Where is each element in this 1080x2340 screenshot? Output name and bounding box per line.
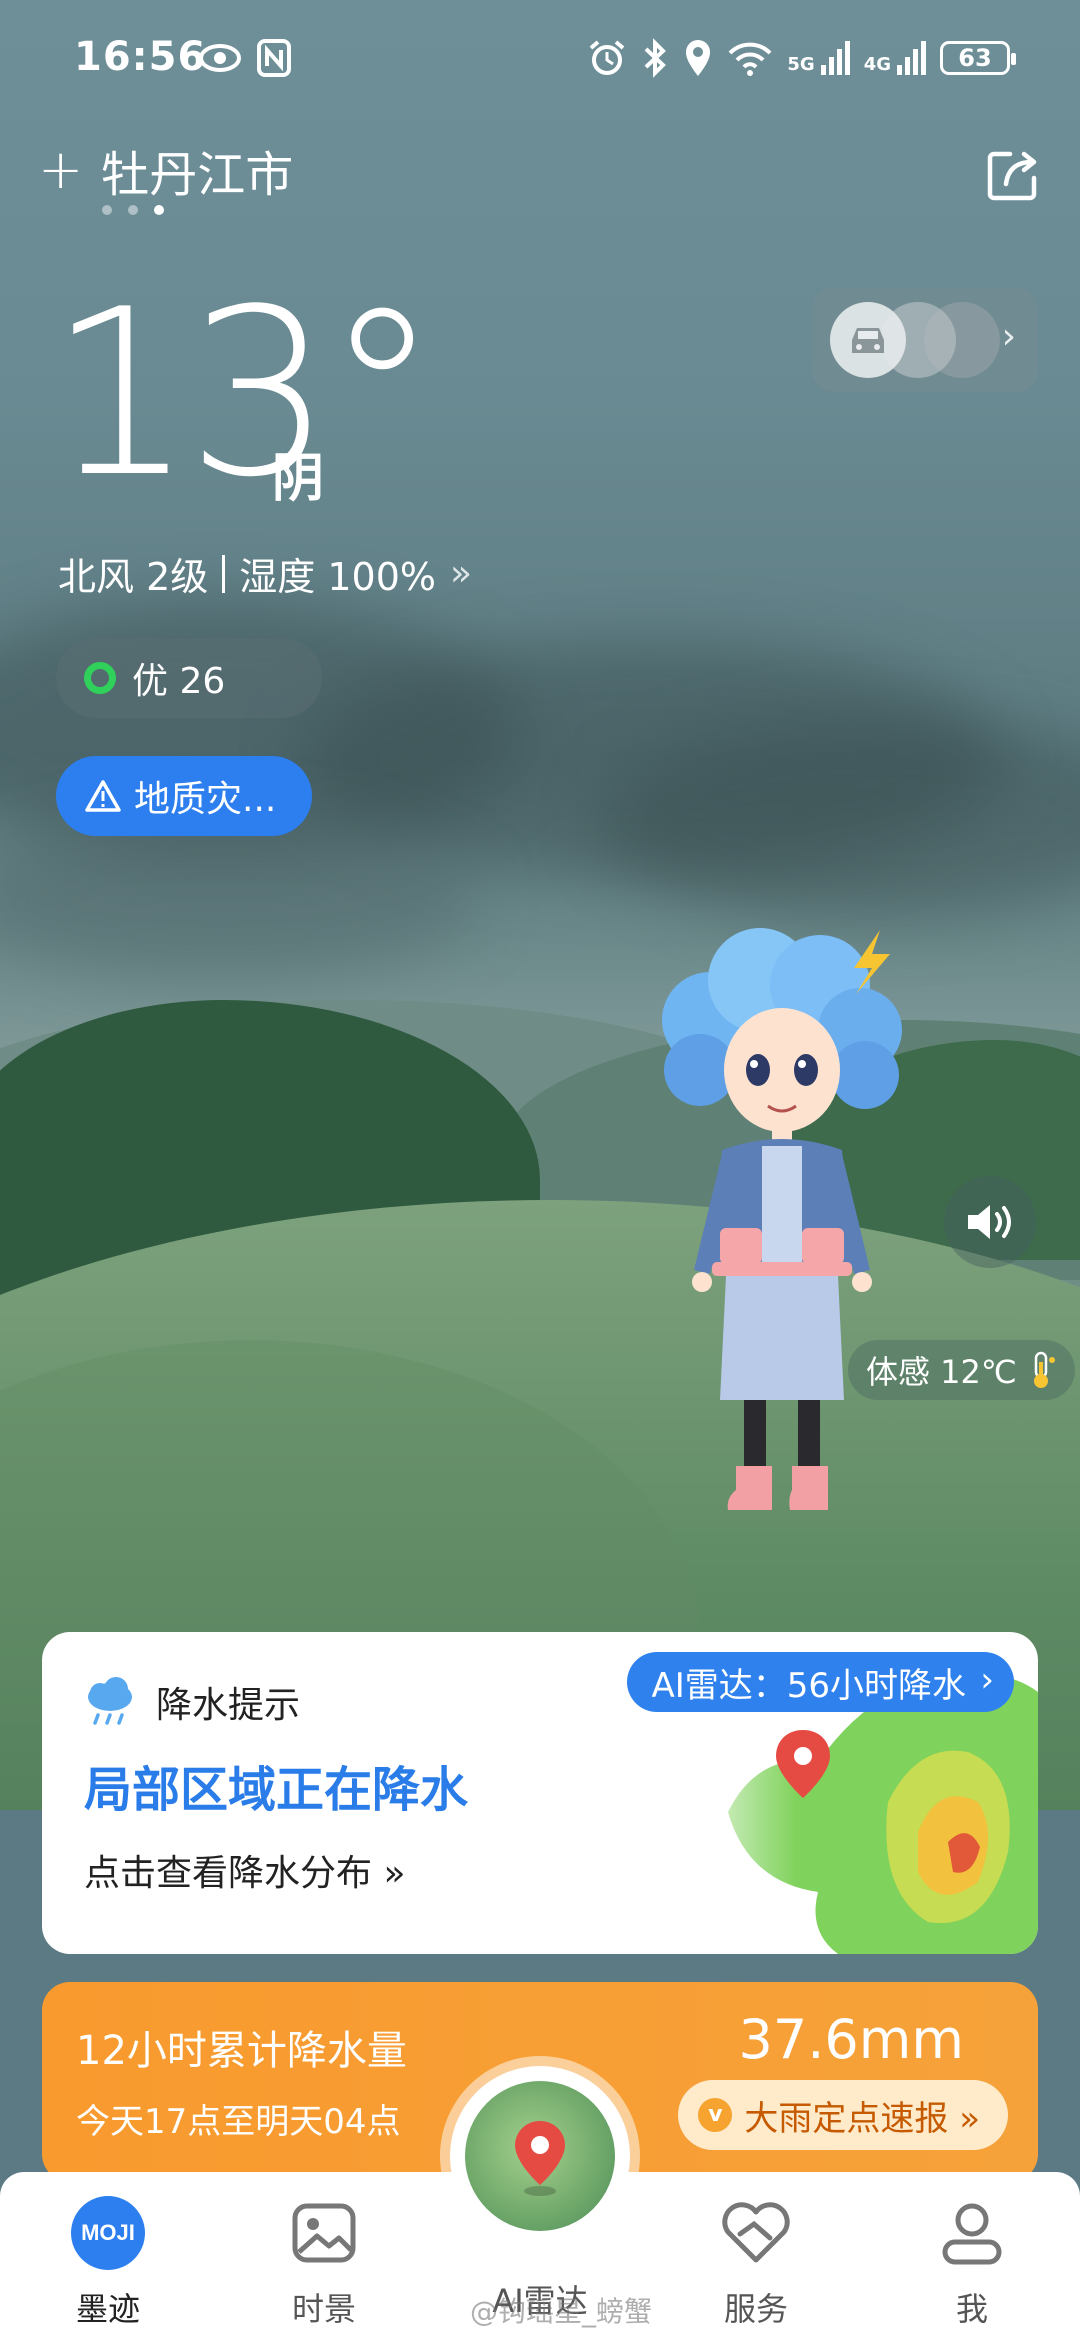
speaker-icon [968, 1205, 1011, 1239]
thermometer-icon [1033, 1351, 1055, 1388]
moji-logo-icon: MOJI [71, 2196, 145, 2270]
battery-indicator: 63 [940, 41, 1016, 75]
feels-like-text: 体感 12℃ [866, 1353, 1017, 1391]
person-icon [942, 2203, 1002, 2265]
divider [222, 554, 226, 593]
aqi-label: 优 26 [132, 661, 226, 702]
signal-5g-icon: 5G [787, 41, 850, 75]
precipitation-card[interactable]: 降水提示 AI雷达：56小时降水 › 局部区域正在降水 点击查看降水分布 » [42, 1632, 1038, 1954]
location-icon [686, 40, 711, 76]
heavy-rain-alert-button[interactable]: v 大雨定点速报 » [678, 2080, 1008, 2150]
accum-amount: 37.6mm [738, 2008, 964, 2071]
alert-pill[interactable]: 地质灾... [56, 756, 312, 836]
humidity-text: 湿度 100% [239, 555, 436, 599]
aqi-pill[interactable]: 优 26 [56, 638, 322, 718]
city-header: + 牡丹江市 [38, 135, 293, 205]
speaker-button[interactable] [944, 1176, 1036, 1268]
heart-handshake-icon [722, 2202, 790, 2263]
heavy-rain-alert-label: 大雨定点速报 » [744, 2098, 980, 2139]
network-label-4g: 4G [863, 54, 891, 75]
gallery-icon [292, 2203, 356, 2263]
chevron-double-right-icon: » [449, 553, 473, 594]
ai-radar-label: AI雷达：56小时降水 [651, 1665, 966, 1706]
page-indicator [102, 205, 164, 215]
precip-headline: 局部区域正在降水 [84, 1762, 469, 1818]
alarm-icon [590, 40, 625, 75]
nav-item-services[interactable]: 服务 [686, 2196, 826, 2330]
rain-cloud-icon [88, 1677, 132, 1725]
car-icon [830, 302, 906, 378]
weather-condition: 阴 [272, 449, 325, 509]
city-name[interactable]: 牡丹江市 [101, 135, 293, 205]
watermark: @钩瑶星_螃蟹 [470, 2295, 653, 2328]
wind-text: 北风 2级 [58, 555, 209, 599]
nav-label: 服务 [723, 2290, 788, 2328]
chevron-right-icon: › [980, 1660, 994, 1700]
current-temperature: 13° [48, 261, 440, 528]
accum-period: 今天17点至明天04点 [76, 2102, 401, 2142]
nav-item-moji[interactable]: MOJI 墨迹 [38, 2196, 178, 2330]
share-icon[interactable] [984, 146, 1042, 204]
warning-triangle-icon [85, 780, 121, 812]
aqi-ring-icon [84, 662, 116, 694]
nav-label: 我 [955, 2290, 988, 2328]
chevron-right-icon: › [1001, 316, 1016, 357]
nav-item-me[interactable]: 我 [902, 2196, 1042, 2330]
bluetooth-icon [645, 38, 667, 78]
precip-header-title: 降水提示 [156, 1685, 301, 1726]
precip-subtitle-link[interactable]: 点击查看降水分布 » [84, 1844, 405, 1896]
page-dot [128, 205, 138, 215]
nfc-icon [257, 39, 291, 77]
status-time: 16:56 [74, 34, 207, 80]
eye-icon [199, 44, 241, 72]
network-label-5g: 5G [787, 54, 815, 75]
wind-humidity-row[interactable]: 北风 2级 湿度 100% » [58, 546, 472, 601]
add-city-icon[interactable]: + [38, 143, 83, 197]
precip-header: 降水提示 [82, 1676, 300, 1728]
status-bar: 16:56 5G 4G 63 [0, 30, 1080, 90]
accum-title: 12小时累计降水量 [76, 2028, 407, 2074]
signal-4g-icon: 4G [864, 41, 926, 75]
radar-map-icon [465, 2081, 615, 2231]
vip-badge-icon: v [698, 2098, 733, 2132]
wifi-icon [728, 42, 772, 76]
weather-character-avatar[interactable] [640, 910, 920, 1530]
page-dot-active [154, 205, 164, 215]
page-dot [102, 205, 112, 215]
alert-label: 地质灾... [134, 779, 277, 820]
feels-like-pill[interactable]: 体感 12℃ [848, 1340, 1075, 1400]
nav-label: 墨迹 [75, 2290, 140, 2328]
nav-label: 时景 [291, 2290, 356, 2328]
travel-widget[interactable]: › [812, 288, 1038, 392]
ai-radar-button[interactable]: AI雷达：56小时降水 › [627, 1652, 1014, 1712]
nav-item-gallery[interactable]: 时景 [254, 2196, 394, 2330]
ai-radar-fab[interactable] [450, 2066, 630, 2246]
